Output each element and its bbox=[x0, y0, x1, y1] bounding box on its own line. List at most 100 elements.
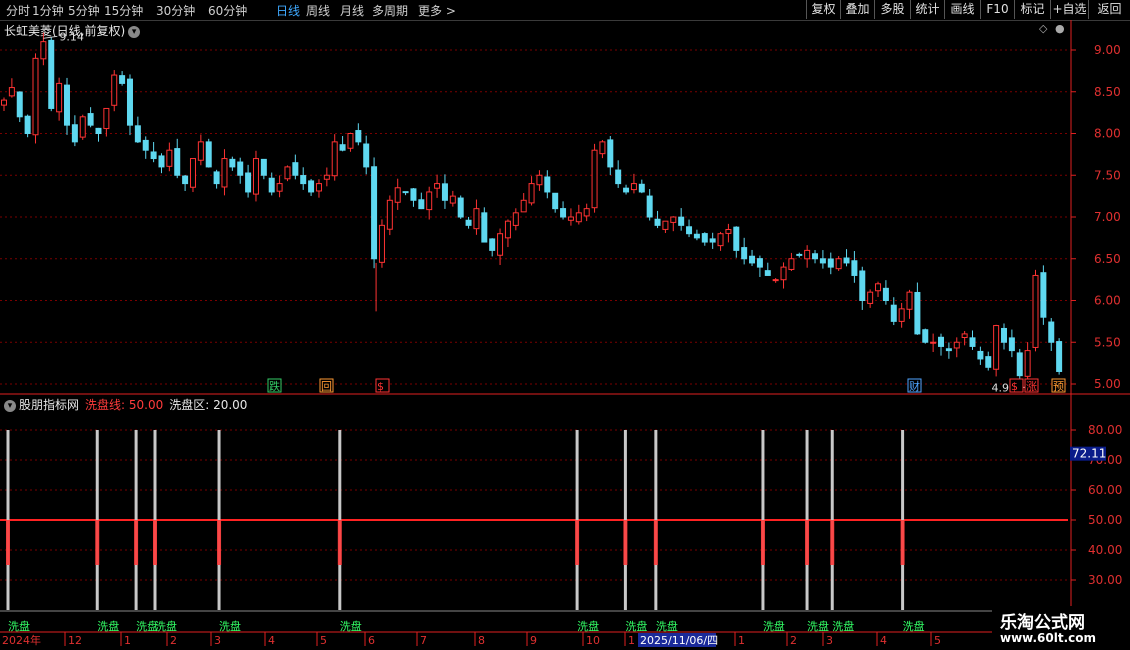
candle-body bbox=[465, 219, 472, 226]
signal-drop bbox=[95, 520, 100, 565]
candle-body bbox=[977, 350, 984, 360]
candle-body bbox=[1032, 274, 1039, 348]
candle-body bbox=[630, 183, 637, 191]
candle-body bbox=[48, 39, 55, 109]
candle-body bbox=[938, 336, 945, 347]
candle-body bbox=[567, 216, 574, 221]
y-tick-label: 7.00 bbox=[1094, 210, 1121, 224]
candle-body bbox=[756, 258, 763, 268]
date-tick-label: 3 bbox=[826, 634, 833, 647]
signal-drop bbox=[134, 520, 139, 565]
signal-label: 洗盘 bbox=[97, 619, 119, 633]
candle-body bbox=[843, 257, 850, 264]
candle-body bbox=[662, 220, 669, 230]
candle-body bbox=[764, 270, 771, 276]
signal-drop bbox=[900, 520, 905, 565]
candle-body bbox=[56, 82, 63, 113]
candle-body bbox=[418, 199, 425, 210]
candle-body bbox=[686, 226, 693, 235]
y-tick-label: 30.00 bbox=[1088, 573, 1122, 587]
candle-body bbox=[701, 233, 708, 243]
signal-label: 洗盘 bbox=[340, 619, 362, 633]
candle-body bbox=[906, 291, 913, 310]
candle-body bbox=[292, 162, 299, 176]
signal-drop bbox=[653, 520, 658, 565]
candle-body bbox=[804, 249, 811, 260]
y-tick-label: 7.50 bbox=[1094, 168, 1121, 182]
candle-body bbox=[276, 183, 283, 192]
signal-label: 洗盘 bbox=[903, 619, 925, 633]
candle-body bbox=[717, 233, 724, 247]
candle-body bbox=[953, 341, 960, 349]
candle-body bbox=[40, 41, 47, 60]
candle-body bbox=[284, 166, 291, 180]
candle-body bbox=[150, 151, 157, 160]
date-cursor-label: 2025/11/06/四 bbox=[640, 634, 718, 647]
candle-body bbox=[119, 75, 126, 84]
candle-body bbox=[245, 172, 252, 193]
candle-body bbox=[591, 149, 598, 209]
chart-canvas[interactable]: 5.00 5.50 6.00 6.50 7.00 7.50 8.00 8.50 9.00 30.0… bbox=[0, 0, 1130, 650]
candle-body bbox=[481, 212, 488, 243]
event-marker: 财 bbox=[909, 379, 920, 393]
candle-body bbox=[725, 229, 732, 234]
candle-body bbox=[213, 171, 220, 185]
candle-body bbox=[733, 226, 740, 251]
candle-body bbox=[780, 266, 787, 281]
candle-body bbox=[1048, 321, 1055, 343]
candle-body bbox=[457, 197, 464, 218]
high-price-pointer bbox=[43, 35, 58, 39]
signal-label: 洗盘 bbox=[763, 619, 785, 633]
y-tick-label: 6.50 bbox=[1094, 252, 1121, 266]
candle-body bbox=[961, 333, 968, 339]
candle-body bbox=[16, 91, 23, 118]
date-tick-label: 2 bbox=[170, 634, 177, 647]
candle-body bbox=[142, 139, 149, 151]
candle-body bbox=[134, 125, 141, 143]
candle-body bbox=[386, 199, 393, 230]
y-tick-label: 80.00 bbox=[1088, 423, 1122, 437]
candle-body bbox=[166, 149, 173, 167]
signal-label: 洗盘 bbox=[832, 619, 854, 633]
candle-body bbox=[24, 115, 31, 134]
candle-body bbox=[378, 224, 385, 263]
event-marker: $ bbox=[377, 380, 384, 393]
signal-drop bbox=[830, 520, 835, 565]
signal-label: 洗盘 bbox=[155, 619, 177, 633]
candle-body bbox=[552, 192, 559, 210]
candle-body bbox=[268, 177, 275, 193]
y-tick-label: 5.00 bbox=[1094, 377, 1121, 391]
signal-label: 洗盘 bbox=[219, 619, 241, 633]
candle-body bbox=[638, 183, 645, 193]
signal-label: 洗盘 bbox=[8, 619, 30, 633]
candle-body bbox=[1001, 327, 1008, 343]
signal-drop bbox=[337, 520, 342, 565]
candle-body bbox=[158, 155, 165, 168]
watermark-url: www.60lt.com bbox=[1000, 631, 1097, 645]
watermark-title: 乐淘公式网 bbox=[1000, 613, 1085, 633]
signal-label: 洗盘 bbox=[577, 619, 599, 633]
candle-body bbox=[355, 130, 362, 143]
candle-body bbox=[827, 258, 834, 268]
candle-body bbox=[1008, 337, 1015, 352]
candle-body bbox=[95, 127, 102, 135]
signal-label: 洗盘 bbox=[807, 619, 829, 633]
candle-body bbox=[363, 143, 370, 168]
date-tick-label: 7 bbox=[420, 634, 427, 647]
date-tick-label: 3 bbox=[214, 634, 221, 647]
signal-label: 洗盘 bbox=[656, 619, 678, 633]
candle-body bbox=[182, 175, 189, 185]
candle-body bbox=[875, 283, 882, 292]
candle-body bbox=[315, 183, 322, 192]
candle-body bbox=[859, 270, 866, 302]
event-marker: 跌 bbox=[269, 379, 280, 393]
candle-body bbox=[749, 255, 756, 264]
y-tick-label: 6.00 bbox=[1094, 294, 1121, 308]
candle-body bbox=[394, 187, 401, 203]
candle-body bbox=[434, 183, 441, 189]
candle-body bbox=[489, 238, 496, 251]
signal-drop bbox=[575, 520, 580, 565]
candle-body bbox=[812, 253, 819, 260]
y-tick-label: 8.00 bbox=[1094, 127, 1121, 141]
candle-body bbox=[87, 113, 94, 126]
